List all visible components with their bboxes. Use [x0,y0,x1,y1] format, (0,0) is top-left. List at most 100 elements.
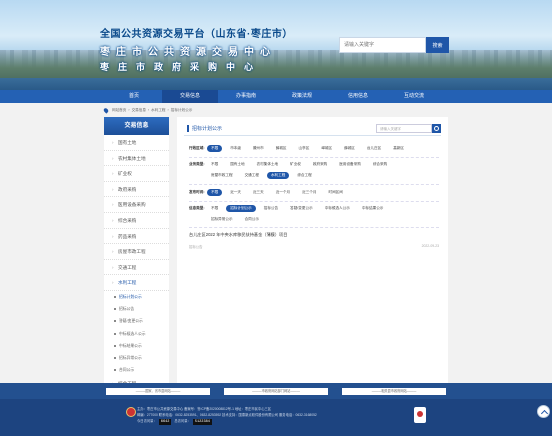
location-pin-icon [102,106,110,114]
filter-label: 业务类型: [189,162,205,166]
filter-option[interactable]: 不限 [207,189,223,196]
filter-option[interactable]: 近三天 [249,189,268,196]
sidebar-item[interactable]: 政府采购 [104,182,169,198]
visits-today-label: 今日访问量： [137,419,157,423]
breadcrumb-water[interactable]: 水利工程 [151,108,165,113]
filter-divider [189,184,439,185]
nav-home[interactable]: 首页 [106,90,162,103]
footer-select[interactable]: ———市政府网站部门网站——— [224,387,328,395]
sidebar-item[interactable]: 房屋市政工程 [104,244,169,260]
filter-option[interactable]: 综合工程 [293,172,315,179]
breadcrumb-home[interactable]: 网站首页 [112,108,126,113]
sidebar-item[interactable]: 交通工程 [104,260,169,276]
filter-business: 业务类型: 不限 国有土地 农村集体土地 矿业权 政府采购 医用设备采购 综合采… [189,161,439,179]
filter-option[interactable]: 矿业权 [286,161,305,168]
filter-option[interactable]: 中标结果公示 [358,205,388,212]
sidebar: 交易信息 国有土地 农村集体土地 矿业权 政府采购 医用设备采购 综合采购 药品… [104,117,169,392]
sidebar-subitem[interactable]: 中标结果公示 [104,340,169,352]
filter-label: 信息类型: [189,206,205,210]
main-nav: 首页 交易信息 办事指南 政策法规 信用信息 互动交流 [0,90,552,103]
footer: 主办：枣庄市公共资源交易中心 备案号：鲁ICP备2020008812号-1 地址… [0,399,552,436]
filter-option[interactable]: 医用设备采购 [335,161,365,168]
filter-option[interactable]: 不限 [207,145,223,152]
nav-trade-info[interactable]: 交易信息 [162,90,218,103]
filter-option[interactable]: 高新区 [389,145,408,152]
filter-option[interactable]: 近三个月 [298,189,320,196]
filter-option[interactable]: 招标异常公示 [207,216,237,223]
list-item[interactable]: 台儿庄区2022 年中央水库移民扶持基金（薄膜）项目 招标公告 2022-09-… [189,232,439,249]
footer-link-selects: ———国家、省市县网站——— ———市政府网站部门网站——— ———相关县市政府… [0,383,552,399]
filter-divider [189,227,439,228]
filter-option[interactable]: 综合采购 [369,161,391,168]
sidebar-subitem[interactable]: 招标计划公示 [104,291,169,303]
sidebar-subitem[interactable]: 答疑/变更公示 [104,315,169,327]
filter-option[interactable]: 中标候选人公示 [321,205,354,212]
sidebar-item[interactable]: 国有土地 [104,135,169,151]
banner-water [0,78,552,90]
filter-time: 发布时间: 不限 近一天 近三天 近一个月 近三个月 时间区间 [189,189,439,196]
filter-option[interactable]: 台儿庄区 [363,145,385,152]
sidebar-item[interactable]: 矿业权 [104,166,169,182]
sidebar-subitem[interactable]: 招标公告 [104,303,169,315]
breadcrumb: 网站首页 › 交易信息 › 水利工程 › 招标计划公示 [102,106,193,114]
filter-option[interactable]: 峄城区 [317,145,336,152]
breadcrumb-trade[interactable]: 交易信息 [132,108,146,113]
filter-divider [189,157,439,158]
sidebar-subitem[interactable]: 招标异常公示 [104,352,169,364]
filter-option[interactable]: 不限 [207,205,222,212]
nav-guide[interactable]: 办事指南 [218,90,274,103]
party-emblem-icon[interactable] [126,407,136,417]
nav-interaction[interactable]: 互动交流 [386,90,442,103]
filter-option[interactable]: 合同公示 [241,216,263,223]
site-title-procurement: 枣庄市政府采购中心 [100,62,263,72]
filter-option[interactable]: 山亭区 [295,145,314,152]
filter-option[interactable]: 国有土地 [226,161,248,168]
filter-option[interactable]: 招标计划公示 [226,205,256,212]
filter-option[interactable]: 答疑/变更公示 [286,205,317,212]
filter-option[interactable]: 不限 [207,161,222,168]
filter-option[interactable]: 水利工程 [266,172,290,179]
filter-option[interactable]: 招标公告 [260,205,282,212]
record-title[interactable]: 台儿庄区2022 年中央水库移民扶持基金（薄膜）项目 [189,232,439,238]
record-date: 2022-09-23 [421,244,439,248]
nav-credit[interactable]: 信用信息 [330,90,386,103]
site-search-input[interactable] [339,37,426,53]
filter-option[interactable]: 市本级 [226,145,245,152]
filter-option[interactable]: 农村集体土地 [253,161,283,168]
filter-option[interactable]: 房屋市政工程 [207,172,237,179]
sidebar-item-water[interactable]: 水利工程 [104,275,169,291]
sidebar-item[interactable]: 医用设备采购 [104,197,169,213]
footer-select[interactable]: ———相关县市政府网站——— [342,387,446,395]
sidebar-item[interactable]: 综合采购 [104,213,169,229]
back-to-top-icon[interactable] [537,405,550,418]
footer-visits: 今日访问量： 6642 总访问量： 5122384 [137,418,317,425]
error-correction-badge-icon[interactable] [414,407,426,423]
filter-option[interactable]: 时间区间 [325,189,347,196]
site-search-button[interactable]: 搜索 [426,37,449,53]
header-banner: 全国公共资源交易平台（山东省·枣庄市） 枣庄市公共资源交易中心 枣庄市政府采购中… [0,0,552,90]
filter-option[interactable]: 近一个月 [272,189,294,196]
filter-option[interactable]: 政府采购 [309,161,331,168]
panel-search-input[interactable]: 请输入关键字 [376,124,432,133]
filter-label: 行政区域: [189,146,205,150]
sidebar-item[interactable]: 农村集体土地 [104,151,169,167]
visits-total-counter: 5122384 [192,419,212,425]
search-icon[interactable] [432,124,441,133]
breadcrumb-current: 招标计划公示 [170,107,193,112]
visits-total-label: 总访问量： [174,419,191,423]
filter-info-type: 信息类型: 不限 招标计划公示 招标公告 答疑/变更公示 中标候选人公示 中标结… [189,205,439,223]
record-tag: 招标公告 [189,245,203,249]
panel-title: 招标计划公示 [187,125,222,132]
footer-select[interactable]: ———国家、省市县网站——— [106,387,210,395]
filter-label: 发布时间: [189,190,205,194]
filter-option[interactable]: 近一天 [226,189,245,196]
filter-option[interactable]: 滕州市 [249,145,268,152]
sidebar-subitem[interactable]: 中标候选人公示 [104,328,169,340]
nav-policy[interactable]: 政策法规 [274,90,330,103]
filter-region: 行政区域: 不限 市本级 滕州市 薛城区 山亭区 峄城区 薛城区 台儿庄区 高新… [189,145,439,152]
filter-option[interactable]: 薛城区 [272,145,291,152]
filter-option[interactable]: 薛城区 [340,145,359,152]
filter-option[interactable]: 交通工程 [241,172,263,179]
sidebar-item[interactable]: 药品采购 [104,229,169,245]
sidebar-subitem[interactable]: 合同公示 [104,364,169,376]
